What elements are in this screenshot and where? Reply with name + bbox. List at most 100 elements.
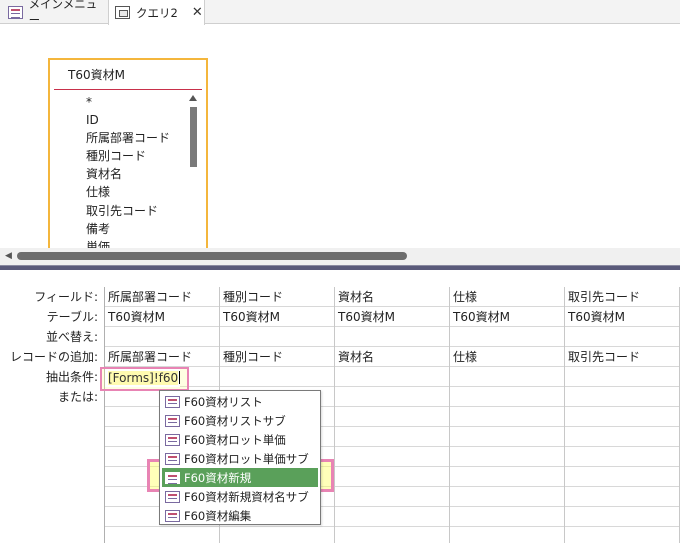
text-caret [179,371,181,384]
field-item[interactable]: 所属部署コード [50,129,188,147]
autocomplete-item[interactable]: F60資材編集 [162,506,318,525]
sort-cell[interactable] [450,327,564,347]
autocomplete-item-label: F60資材新規 [184,470,252,485]
row-label-sort: 並べ替え: [45,330,98,344]
autocomplete-item-selected[interactable]: F60資材新規 [162,468,318,487]
autocomplete-item-label: F60資材新規資材名サブ [184,489,309,504]
field-cell[interactable]: 取引先コード [565,287,679,307]
row-label-criteria: 抽出条件: [45,370,98,384]
empty-cell[interactable] [565,467,679,487]
close-icon[interactable]: ✕ [192,5,203,20]
field-item[interactable]: * [50,93,188,111]
empty-cell[interactable] [450,407,564,427]
criteria-input[interactable]: [Forms]!f60 [105,369,181,387]
or-cell[interactable] [450,387,564,407]
horizontal-scrollbar[interactable]: ◀ [0,248,680,265]
criteria-cell[interactable] [220,367,334,387]
empty-cell[interactable] [335,487,449,507]
autocomplete-list[interactable]: F60資材リスト F60資材リストサブ F60資材ロット単価 F60資材ロット単… [159,390,321,525]
field-list-title[interactable]: T60資材M [54,60,202,90]
tab-main-menu[interactable]: メインメニュー [0,0,106,27]
scroll-thumb[interactable] [190,107,197,167]
autocomplete-item-label: F60資材ロット単価 [184,432,286,447]
empty-cell[interactable] [450,467,564,487]
form-icon [165,395,180,408]
grid-column[interactable]: 仕様 T60資材M 仕様 [450,287,565,543]
criteria-cell[interactable] [450,367,564,387]
row-label-or: または: [57,390,98,404]
empty-cell[interactable] [335,507,449,527]
table-cell[interactable]: T60資材M [105,307,219,327]
append-cell[interactable]: 取引先コード [565,347,679,367]
field-cell[interactable]: 種別コード [220,287,334,307]
field-cell[interactable]: 所属部署コード [105,287,219,307]
field-cell[interactable]: 資材名 [335,287,449,307]
or-cell[interactable] [335,387,449,407]
row-label-table: テーブル: [46,310,98,324]
field-item[interactable]: 資材名 [50,165,188,183]
scroll-left-icon[interactable]: ◀ [5,251,12,261]
sort-cell[interactable] [105,327,219,347]
design-grid-pane: フィールド: テーブル: 並べ替え: レコードの追加: 抽出条件: または: 所… [0,270,680,543]
empty-cell[interactable] [335,447,449,467]
row-labels: フィールド: テーブル: 並べ替え: レコードの追加: 抽出条件: または: [0,287,100,407]
empty-cell[interactable] [335,407,449,427]
append-cell[interactable]: 仕様 [450,347,564,367]
table-cell[interactable]: T60資材M [450,307,564,327]
field-item[interactable]: 取引先コード [50,202,188,220]
sort-cell[interactable] [565,327,679,347]
row-label-append: レコードの追加: [9,350,98,364]
form-icon [165,452,180,465]
field-list-scrollbar[interactable] [189,95,198,255]
empty-cell[interactable] [450,427,564,447]
criteria-text: [Forms]!f60 [108,371,179,385]
form-icon [8,5,23,19]
empty-cell[interactable] [565,407,679,427]
table-cell[interactable]: T60資材M [220,307,334,327]
sort-cell[interactable] [335,327,449,347]
append-cell[interactable]: 所属部署コード [105,347,219,367]
form-icon [165,414,180,427]
field-list-window[interactable]: T60資材M * ID 所属部署コード 種別コード 資材名 仕様 取引先コード … [48,58,208,260]
empty-cell[interactable] [565,447,679,467]
table-pane: T60資材M * ID 所属部署コード 種別コード 資材名 仕様 取引先コード … [0,25,680,260]
field-item[interactable]: ID [50,111,188,129]
empty-cell[interactable] [565,487,679,507]
field-cell[interactable]: 仕様 [450,287,564,307]
empty-cell[interactable] [450,447,564,467]
tab-query2[interactable]: クエリ2 ✕ [108,0,205,25]
criteria-cell[interactable] [335,367,449,387]
autocomplete-item-label: F60資材ロット単価サブ [184,451,309,466]
empty-cell[interactable] [565,427,679,447]
empty-cell[interactable] [450,507,564,527]
or-cell[interactable] [565,387,679,407]
autocomplete-item[interactable]: F60資材新規資材名サブ [162,487,318,506]
form-icon [165,509,180,522]
empty-cell[interactable] [565,507,679,527]
grid-column[interactable]: 取引先コード T60資材M 取引先コード [565,287,680,543]
scroll-thumb[interactable] [17,252,407,260]
scroll-up-icon[interactable] [189,95,197,101]
table-cell[interactable]: T60資材M [335,307,449,327]
criteria-cell[interactable] [565,367,679,387]
tab-label: メインメニュー [28,0,98,27]
autocomplete-item[interactable]: F60資材ロット単価サブ [162,449,318,468]
append-cell[interactable]: 種別コード [220,347,334,367]
append-cell[interactable]: 資材名 [335,347,449,367]
empty-cell[interactable] [450,487,564,507]
grid-column[interactable]: 資材名 T60資材M 資材名 [335,287,450,543]
table-cell[interactable]: T60資材M [565,307,679,327]
autocomplete-item[interactable]: F60資材リストサブ [162,411,318,430]
autocomplete-item[interactable]: F60資材ロット単価 [162,430,318,449]
field-item[interactable]: 種別コード [50,147,188,165]
field-item[interactable]: 仕様 [50,183,188,201]
form-icon [165,471,180,484]
empty-cell[interactable] [335,467,449,487]
autocomplete-item-label: F60資材リストサブ [184,413,286,428]
autocomplete-item[interactable]: F60資材リスト [162,392,318,411]
sort-cell[interactable] [220,327,334,347]
autocomplete-item-label: F60資材リスト [184,394,263,409]
empty-cell[interactable] [335,427,449,447]
field-list-items: * ID 所属部署コード 種別コード 資材名 仕様 取引先コード 備考 単価 [50,93,188,256]
field-item[interactable]: 備考 [50,220,188,238]
